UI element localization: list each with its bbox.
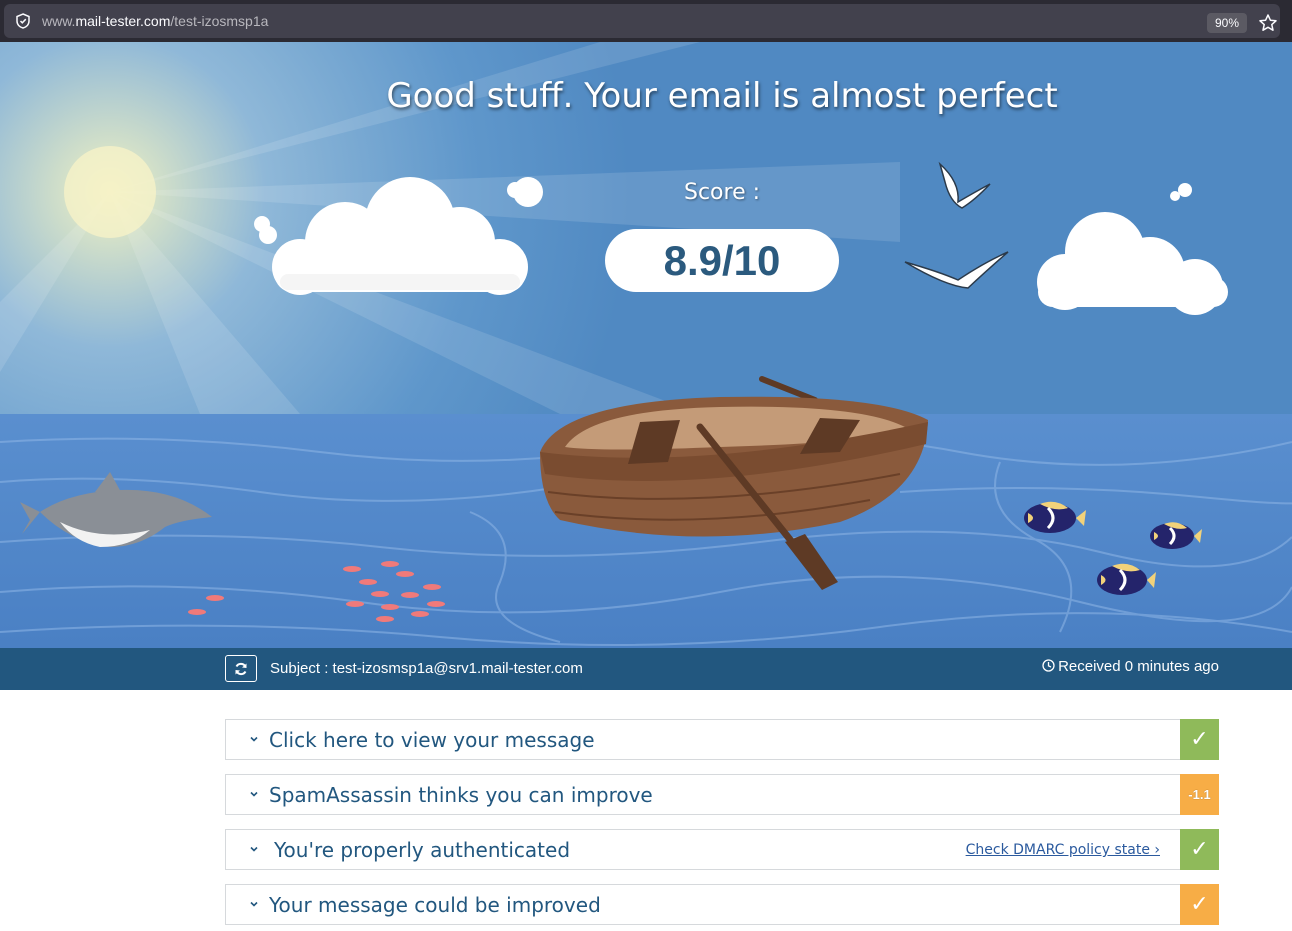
chevron-down-icon — [250, 736, 258, 742]
chevron-down-icon — [250, 901, 258, 907]
pass-check-badge: ✓ — [1180, 829, 1219, 870]
url-text[interactable]: www.mail-tester.com/test-izosmsp1a — [42, 13, 268, 29]
hero-banner: Good stuff. Your email is almost perfect… — [0, 42, 1292, 648]
email-subject: Subject : test-izosmsp1a@srv1.mail-teste… — [270, 660, 583, 677]
browser-toolbar: www.mail-tester.com/test-izosmsp1a 90% — [0, 0, 1292, 42]
result-title: You're properly authenticated — [274, 838, 571, 862]
sea-scene-illustration — [0, 42, 1292, 648]
shield-icon[interactable] — [14, 12, 32, 30]
refresh-icon — [235, 662, 247, 676]
warn-check-badge: ✓ — [1180, 884, 1219, 925]
score-label: Score : — [683, 180, 761, 205]
result-row-authentication[interactable]: You're properly authenticated Check DMAR… — [225, 829, 1219, 870]
cloud-left-shadow — [280, 274, 520, 290]
address-bar[interactable]: www.mail-tester.com/test-izosmsp1a 90% — [4, 4, 1280, 38]
result-row-view-message[interactable]: Click here to view your message ✓ — [225, 719, 1219, 760]
page-title: Good stuff. Your email is almost perfect — [386, 76, 1058, 116]
result-row-spamassassin[interactable]: SpamAssassin thinks you can improve -1.1 — [225, 774, 1219, 815]
chevron-down-icon — [250, 846, 258, 852]
bookmark-star-icon[interactable] — [1258, 13, 1278, 33]
received-time: Received 0 minutes ago — [1042, 658, 1219, 675]
score-value: 8.9/10 — [605, 229, 839, 292]
result-title: Click here to view your message — [269, 728, 595, 752]
result-title: Your message could be improved — [269, 893, 601, 917]
subject-bar: Subject : test-izosmsp1a@srv1.mail-teste… — [0, 648, 1292, 690]
pass-check-badge: ✓ — [1180, 719, 1219, 760]
url-path: /test-izosmsp1a — [170, 13, 269, 29]
refresh-button[interactable] — [225, 655, 257, 682]
check-dmarc-link[interactable]: Check DMARC policy state › — [966, 842, 1160, 858]
url-prefix: www. — [42, 13, 76, 29]
received-text: Received 0 minutes ago — [1058, 658, 1219, 675]
spam-score-badge: -1.1 — [1180, 774, 1219, 815]
chevron-down-icon — [250, 791, 258, 797]
clock-icon — [1042, 659, 1055, 672]
url-domain: mail-tester.com — [75, 13, 171, 29]
zoom-level-button[interactable]: 90% — [1207, 13, 1247, 33]
result-row-message-improvements[interactable]: Your message could be improved ✓ — [225, 884, 1219, 925]
result-title: SpamAssassin thinks you can improve — [269, 783, 653, 807]
